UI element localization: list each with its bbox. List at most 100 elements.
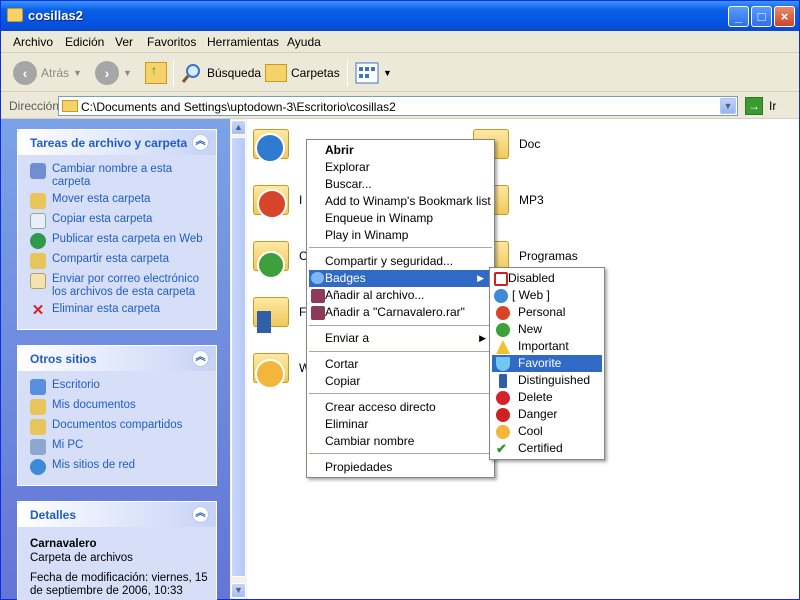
menu-ayuda[interactable]: Ayuda xyxy=(287,35,321,49)
tasks-panel-header[interactable]: Tareas de archivo y carpeta ︽ xyxy=(18,130,216,155)
forward-button[interactable]: › ▼ xyxy=(95,60,132,86)
disabled-icon xyxy=(494,272,508,286)
menu-item-delete[interactable]: Eliminar xyxy=(325,416,368,433)
copy-icon xyxy=(30,213,46,229)
task-pane: Tareas de archivo y carpeta ︽ Cambiar no… xyxy=(1,119,230,600)
menu-herramientas[interactable]: Herramientas xyxy=(207,35,279,49)
task-delete[interactable]: ✕ Eliminar esta carpeta xyxy=(30,303,212,319)
search-button[interactable]: Búsqueda xyxy=(181,60,261,86)
task-share[interactable]: Compartir esta carpeta xyxy=(30,253,212,269)
menu-item-open[interactable]: Abrir xyxy=(325,142,354,159)
badge-item-personal[interactable]: Personal xyxy=(518,304,565,321)
menu-item-send-to[interactable]: Enviar a ▶ xyxy=(325,330,494,347)
place-desktop[interactable]: Escritorio xyxy=(30,379,212,395)
badge-item-danger[interactable]: Danger xyxy=(518,406,557,423)
place-shared-documents[interactable]: Documentos compartidos xyxy=(30,419,212,435)
menu-item-properties[interactable]: Propiedades xyxy=(325,459,392,476)
menu-item-share[interactable]: Compartir y seguridad... xyxy=(325,253,453,270)
maximize-button[interactable]: □ xyxy=(751,6,772,27)
badge-item-delete[interactable]: Delete xyxy=(518,389,553,406)
menu-item-create-shortcut[interactable]: Crear acceso directo xyxy=(325,399,436,416)
delete-x-icon: ✕ xyxy=(31,302,45,319)
hand-badge-icon xyxy=(257,189,287,219)
badge-item-certified[interactable]: Certified xyxy=(518,440,563,457)
collapse-icon[interactable]: ︽ xyxy=(192,134,209,151)
checkmark-icon: ✔ xyxy=(496,441,507,456)
up-folder-icon: ↑ xyxy=(145,62,167,84)
task-publish-web[interactable]: Publicar esta carpeta en Web xyxy=(30,233,212,249)
folder-icon xyxy=(7,8,23,22)
menu-edicion[interactable]: Edición xyxy=(65,35,104,49)
collapse-icon[interactable]: ︽ xyxy=(192,350,209,367)
menu-separator xyxy=(309,453,492,454)
move-icon xyxy=(30,193,46,209)
menu-item-rename[interactable]: Cambiar nombre xyxy=(325,433,414,450)
favorite-icon xyxy=(496,357,510,371)
places-panel-header[interactable]: Otros sitios ︽ xyxy=(18,346,216,371)
desktop-icon xyxy=(30,379,46,395)
menu-item-badges[interactable]: Badges ▶ xyxy=(309,270,492,287)
badge-item-web[interactable]: [ Web ] xyxy=(512,287,550,304)
up-folder-button[interactable]: ↑ xyxy=(145,60,167,86)
toolbar-separator xyxy=(347,60,348,86)
menu-item-winamp-play[interactable]: Play in Winamp xyxy=(325,227,408,244)
address-input[interactable]: C:\Documents and Settings\uptodown-3\Esc… xyxy=(58,96,738,116)
task-rename[interactable]: Cambiar nombre a esta carpeta xyxy=(30,163,212,189)
badge-item-distinguished[interactable]: Distinguished xyxy=(518,372,590,389)
go-button-label[interactable]: Ir xyxy=(769,99,776,113)
task-copy[interactable]: Copiar esta carpeta xyxy=(30,213,212,229)
badge-item-cool[interactable]: Cool xyxy=(518,423,543,440)
left-scrollbar[interactable]: ▲ ▼ xyxy=(230,119,247,599)
minimize-button[interactable]: _ xyxy=(728,6,749,27)
places-panel-title: Otros sitios xyxy=(30,352,97,366)
menu-item-cut[interactable]: Cortar xyxy=(325,356,358,373)
computer-icon xyxy=(30,439,46,455)
menu-item-winamp-bookmark[interactable]: Add to Winamp's Bookmark list xyxy=(325,193,491,210)
danger-icon xyxy=(496,408,510,422)
badge-item-new[interactable]: New xyxy=(518,321,542,338)
task-email[interactable]: Enviar por correo electrónico los archiv… xyxy=(30,273,212,299)
plus-badge-icon xyxy=(257,251,285,279)
menu-item-add-rar[interactable]: Añadir a "Carnavalero.rar" xyxy=(325,304,465,321)
menu-ver[interactable]: Ver xyxy=(115,35,133,49)
search-label: Búsqueda xyxy=(207,66,262,80)
menu-archivo[interactable]: Archivo xyxy=(13,35,53,49)
scroll-down-arrow-icon[interactable]: ▼ xyxy=(231,583,246,598)
delete-icon xyxy=(496,391,510,405)
winrar-icon xyxy=(311,306,325,320)
collapse-icon[interactable]: ︽ xyxy=(192,506,209,523)
share-icon xyxy=(30,253,46,269)
menu-item-winamp-enqueue[interactable]: Enqueue in Winamp xyxy=(325,210,433,227)
details-panel-header[interactable]: Detalles ︽ xyxy=(18,502,216,527)
menu-item-copy[interactable]: Copiar xyxy=(325,373,360,390)
tasks-panel: Tareas de archivo y carpeta ︽ Cambiar no… xyxy=(17,129,217,330)
address-path: C:\Documents and Settings\uptodown-3\Esc… xyxy=(81,100,396,114)
scroll-up-arrow-icon[interactable]: ▲ xyxy=(231,120,246,135)
folders-icon xyxy=(265,64,287,82)
go-arrow-icon[interactable]: → xyxy=(745,97,763,115)
badge-item-important[interactable]: Important xyxy=(518,338,569,355)
back-button[interactable]: ‹ Atrás ▼ xyxy=(13,60,82,86)
menu-item-add-archive[interactable]: Añadir al archivo... xyxy=(325,287,424,304)
views-button[interactable]: ▼ xyxy=(355,60,392,86)
menu-bar: Archivo Edición Ver Favoritos Herramient… xyxy=(1,31,799,79)
place-my-computer[interactable]: Mi PC xyxy=(30,439,212,455)
submenu-arrow-icon: ▶ xyxy=(479,333,486,343)
task-move[interactable]: Mover esta carpeta xyxy=(30,193,212,209)
folders-button[interactable]: Carpetas xyxy=(265,60,340,86)
menu-item-explore[interactable]: Explorar xyxy=(325,159,370,176)
scroll-thumb[interactable] xyxy=(231,137,246,577)
address-label: Dirección xyxy=(9,99,60,113)
badge-item-disabled[interactable]: Disabled xyxy=(508,270,555,287)
toolbar: ‹ Atrás ▼ › ▼ ↑ Búsqueda Carpetas ▼ xyxy=(1,54,799,92)
ribbon-badge-icon xyxy=(257,311,271,333)
place-my-documents[interactable]: Mis documentos xyxy=(30,399,212,415)
menu-item-search[interactable]: Buscar... xyxy=(325,176,372,193)
menu-favoritos[interactable]: Favoritos xyxy=(147,35,196,49)
views-icon xyxy=(355,62,379,84)
place-network[interactable]: Mis sitios de red xyxy=(30,459,212,475)
address-dropdown-button[interactable]: ▼ xyxy=(720,98,736,114)
title-bar[interactable]: cosillas2 _ □ × xyxy=(1,1,799,31)
window-title: cosillas2 xyxy=(28,8,83,23)
close-button[interactable]: × xyxy=(774,6,795,27)
